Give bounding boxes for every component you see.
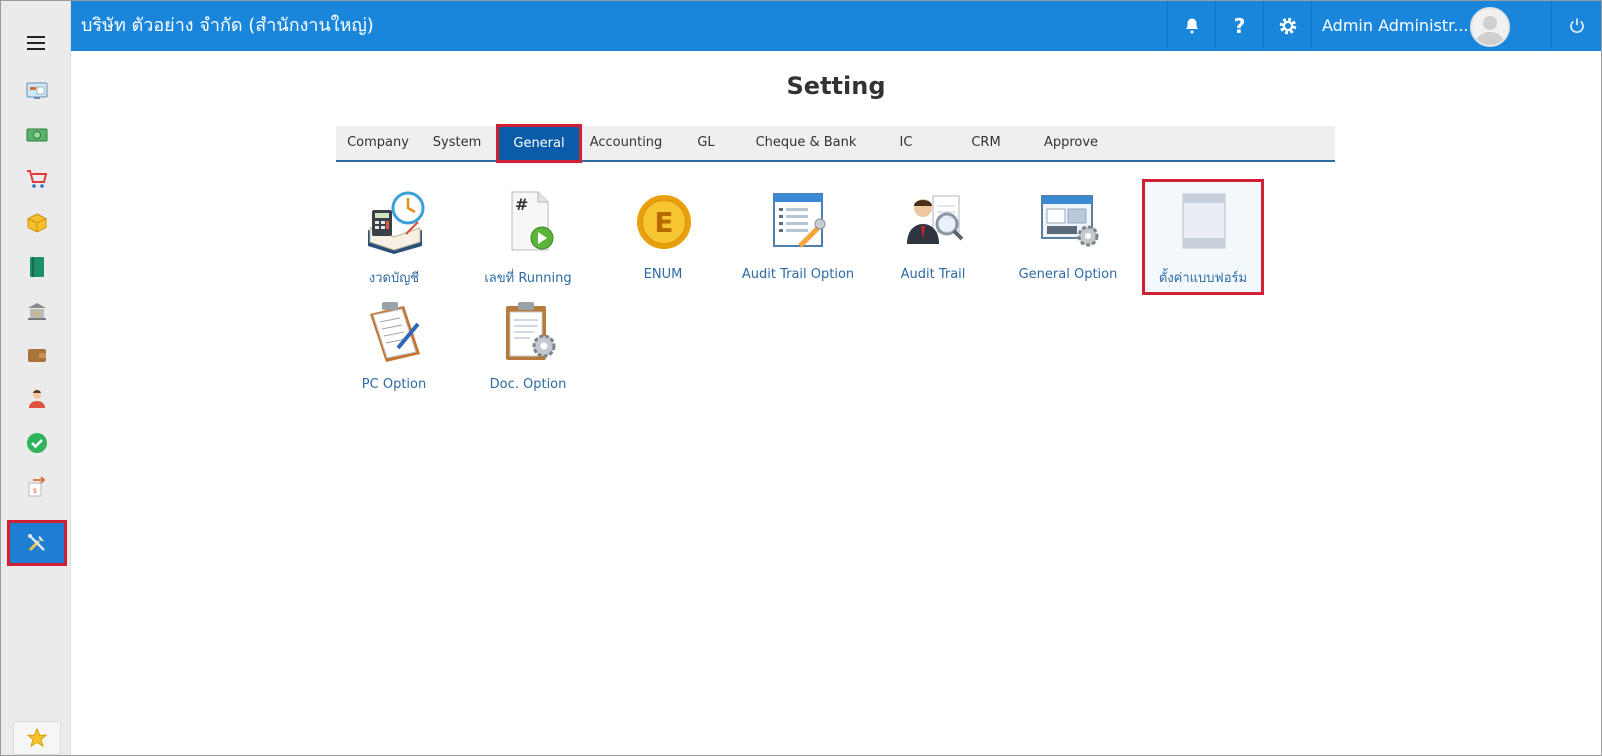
favorites-button[interactable]	[13, 721, 61, 755]
sidebar-item-bank[interactable]: $	[13, 293, 61, 329]
app-window	[0, 0, 1602, 756]
gear-icon	[1279, 17, 1296, 35]
tile-form-setting[interactable]: ตั้งค่าแบบฟอร์ม	[1142, 179, 1264, 295]
star-icon	[26, 727, 48, 748]
tab-cheque-bank[interactable]: Cheque & Bank	[746, 126, 866, 160]
sidebar-item-money[interactable]	[13, 117, 61, 153]
tab-approve[interactable]: Approve	[1026, 126, 1116, 160]
tab-gl[interactable]: GL	[676, 126, 736, 160]
audit-trail-icon	[907, 195, 964, 244]
tile-label: เลขที่ Running	[484, 271, 572, 286]
svg-text:E: E	[654, 206, 673, 239]
sidebar-item-inventory[interactable]	[13, 205, 61, 241]
tile-label: Audit Trail	[900, 267, 966, 282]
tile-accounting-period[interactable]: งวดบัญชี	[336, 182, 452, 288]
wallet-icon	[28, 349, 46, 362]
box-icon	[27, 213, 47, 233]
tile-audit-trail[interactable]: Audit Trail	[875, 182, 991, 288]
tile-label: ตั้งค่าแบบฟอร์ม	[1158, 271, 1248, 286]
avatar	[1470, 7, 1510, 47]
tile-running-number[interactable]: # เลขที่ Running	[470, 182, 586, 288]
tile-label: Doc. Option	[489, 377, 567, 392]
sidebar-item-wallet[interactable]	[13, 337, 61, 373]
company-name[interactable]: บริษัท ตัวอย่าง จำกัด (สำนักงานใหญ่)	[81, 1, 374, 51]
tab-bar: Company System General Accounting GL Che…	[336, 124, 1335, 163]
enum-coin-icon: E	[637, 195, 691, 249]
cart-icon	[27, 170, 48, 188]
tile-label: Audit Trail Option	[741, 267, 855, 282]
tab-accounting[interactable]: Accounting	[581, 126, 671, 160]
tile-label: General Option	[1018, 267, 1118, 282]
user-name: Admin Administr...	[1322, 16, 1469, 35]
money-icon	[26, 128, 48, 142]
question-icon: ?	[1233, 14, 1246, 38]
svg-text:$: $	[35, 310, 39, 318]
tile-pc-option[interactable]: PC Option	[336, 292, 452, 398]
dashboard-icon	[26, 82, 48, 99]
book-icon	[30, 257, 44, 277]
person-icon	[29, 390, 45, 408]
sidebar-item-dashboard[interactable]	[13, 73, 61, 109]
tile-audit-trail-option[interactable]: Audit Trail Option	[740, 182, 856, 288]
tab-system[interactable]: System	[420, 126, 494, 160]
sidebar-item-ledger[interactable]	[13, 249, 61, 285]
notifications-button[interactable]	[1167, 1, 1215, 51]
transfer-icon: $	[28, 476, 46, 497]
help-button[interactable]: ?	[1215, 1, 1263, 51]
form-setting-icon	[1182, 193, 1226, 249]
tile-label: ENUM	[643, 267, 683, 282]
user-menu[interactable]: Admin Administr...	[1311, 1, 1551, 51]
top-bar: บริษัท ตัวอย่าง จำกัด (สำนักงานใหญ่) ? A…	[71, 1, 1601, 51]
tile-enum[interactable]: E ENUM	[605, 182, 721, 288]
tab-ic[interactable]: IC	[876, 126, 936, 160]
logout-button[interactable]	[1551, 1, 1601, 51]
tile-label: PC Option	[361, 377, 427, 392]
tools-icon	[28, 534, 45, 552]
sidebar-item-transfer[interactable]: $	[13, 469, 61, 505]
general-option-icon	[1041, 195, 1099, 247]
running-number-icon: #	[511, 191, 554, 251]
sidebar-item-people[interactable]	[13, 381, 61, 417]
tile-general-option[interactable]: General Option	[1010, 182, 1126, 288]
sidebar-item-settings[interactable]	[7, 520, 67, 566]
tab-company[interactable]: Company	[336, 126, 420, 160]
svg-text:#: #	[515, 195, 528, 214]
settings-button[interactable]	[1263, 1, 1311, 51]
sidebar-item-sales[interactable]	[13, 161, 61, 197]
tab-general[interactable]: General	[496, 124, 582, 163]
calendar-calculator-icon	[368, 191, 425, 254]
power-icon	[1569, 18, 1584, 33]
bell-icon	[1185, 18, 1198, 34]
hamburger-icon	[27, 36, 45, 50]
sidebar-item-approve[interactable]	[13, 425, 61, 461]
menu-toggle-button[interactable]	[1, 27, 71, 59]
sidebar: $ $	[1, 1, 71, 755]
tab-crm[interactable]: CRM	[956, 126, 1016, 160]
bank-icon: $	[28, 303, 46, 320]
tile-doc-option[interactable]: Doc. Option	[470, 292, 586, 398]
check-icon	[27, 433, 47, 453]
page-title: Setting	[786, 72, 886, 100]
tile-label: งวดบัญชี	[368, 271, 420, 286]
doc-option-icon	[506, 302, 556, 360]
svg-text:$: $	[33, 487, 37, 495]
pc-option-icon	[370, 302, 420, 362]
audit-trail-option-icon	[773, 193, 826, 248]
